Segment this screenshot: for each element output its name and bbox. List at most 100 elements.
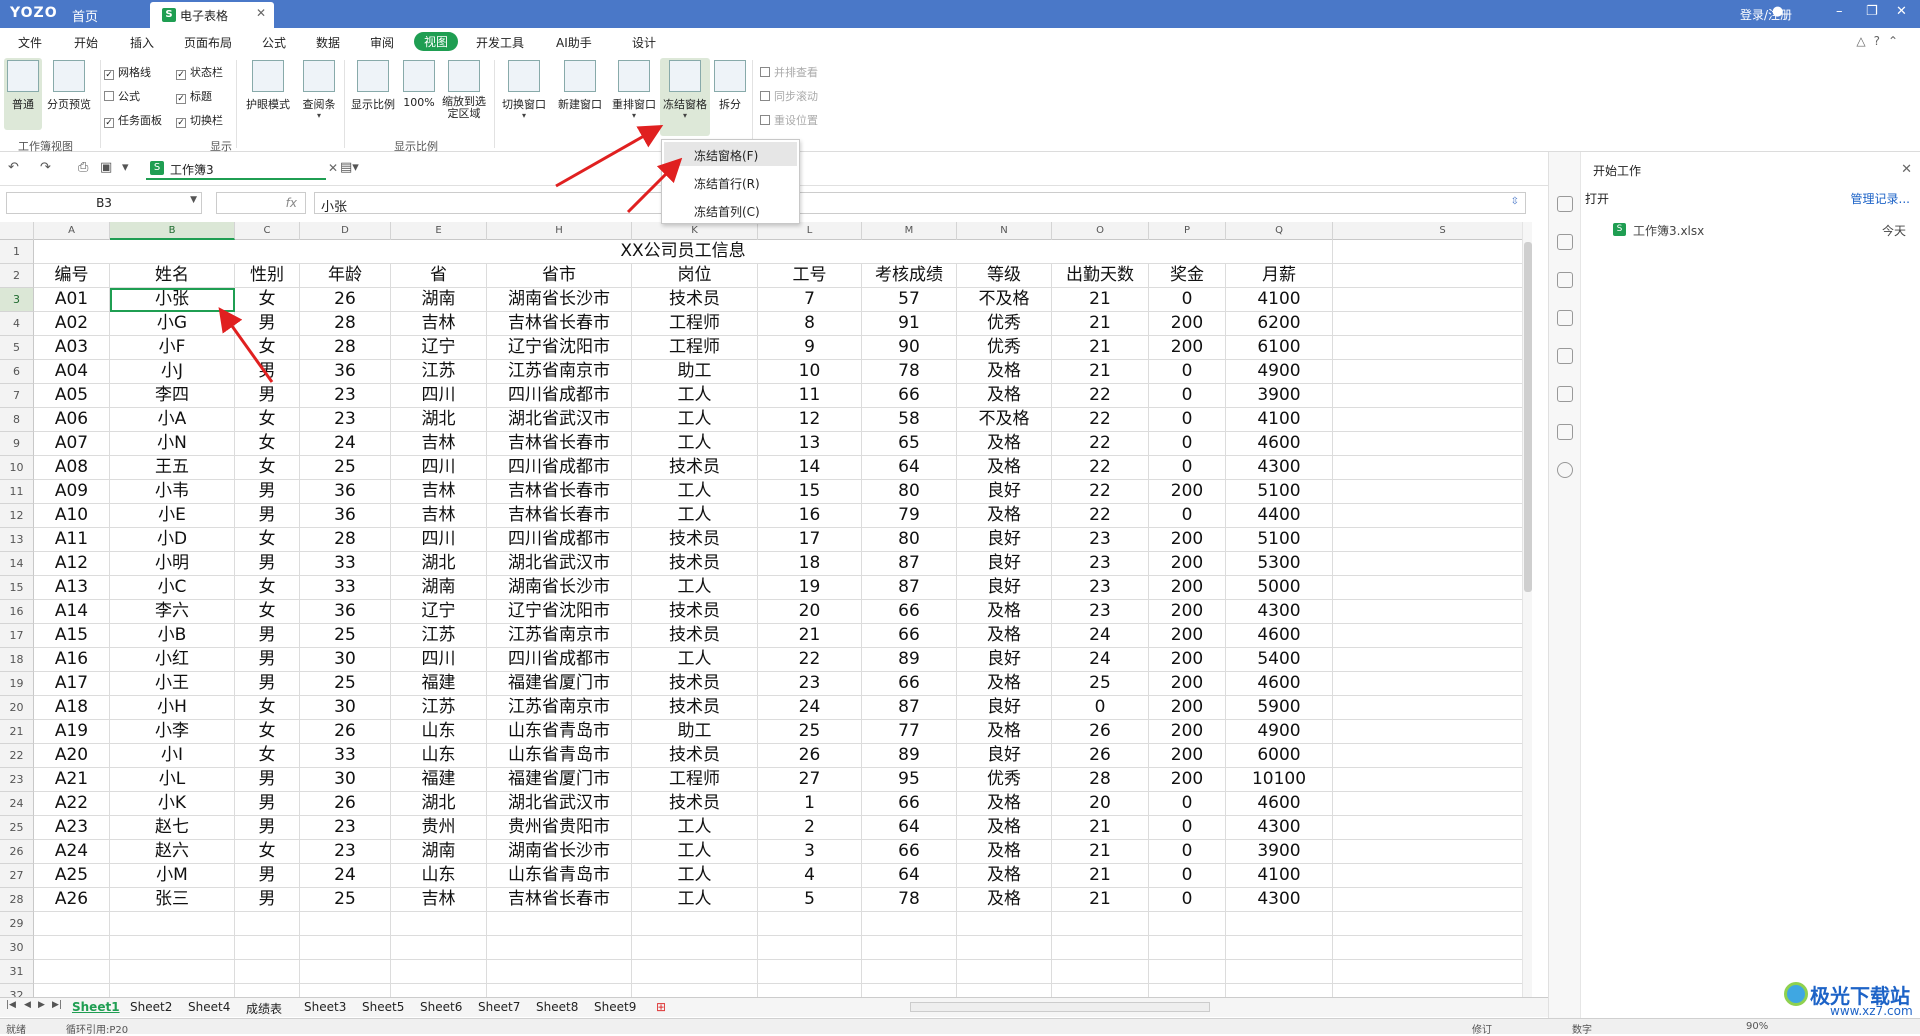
cell[interactable]: 湖北省武汉市 [487, 552, 632, 576]
cell[interactable] [957, 960, 1052, 984]
cell[interactable]: 5100 [1226, 528, 1333, 552]
header-cell[interactable]: 工号 [758, 264, 862, 288]
cell[interactable]: 95 [862, 768, 957, 792]
row-header-8[interactable]: 8 [0, 408, 34, 432]
cell[interactable]: A09 [34, 480, 110, 504]
help-icon[interactable] [1557, 462, 1573, 478]
cell[interactable]: 28 [300, 336, 391, 360]
cell[interactable]: 辽宁 [391, 336, 487, 360]
cell[interactable]: 2 [758, 816, 862, 840]
cell[interactable] [1333, 432, 1530, 456]
cell[interactable]: 湖南省长沙市 [487, 288, 632, 312]
login-link[interactable]: 登录/注册 [1740, 6, 1792, 23]
cell[interactable]: A14 [34, 600, 110, 624]
cell[interactable]: 23 [1052, 552, 1149, 576]
header-cell[interactable]: 岗位 [632, 264, 758, 288]
row-header-11[interactable]: 11 [0, 480, 34, 504]
cell[interactable]: 4600 [1226, 624, 1333, 648]
cell[interactable]: 福建 [391, 768, 487, 792]
cell[interactable]: 良好 [957, 576, 1052, 600]
cell[interactable]: 200 [1149, 528, 1226, 552]
cell[interactable]: 23 [1052, 576, 1149, 600]
arrange-windows-button[interactable]: 重排窗口 ▾ [608, 58, 660, 130]
row-header-14[interactable]: 14 [0, 552, 34, 576]
cell[interactable]: 吉林 [391, 888, 487, 912]
cell[interactable] [1333, 624, 1530, 648]
cell[interactable]: 山东省青岛市 [487, 744, 632, 768]
cell[interactable]: 湖北 [391, 552, 487, 576]
cell[interactable]: 87 [862, 576, 957, 600]
cell[interactable]: 男 [235, 360, 300, 384]
cell[interactable]: 26 [1052, 744, 1149, 768]
cell[interactable]: A19 [34, 720, 110, 744]
cube-icon[interactable] [1557, 272, 1573, 288]
header-cell[interactable]: 姓名 [110, 264, 235, 288]
cell[interactable]: A15 [34, 624, 110, 648]
row-header-4[interactable]: 4 [0, 312, 34, 336]
cell[interactable]: 200 [1149, 480, 1226, 504]
formula-input[interactable]: 小张 ⇳ [314, 192, 1526, 215]
cell[interactable]: 25 [300, 672, 391, 696]
menu-view[interactable]: 视图 [414, 32, 459, 51]
cell[interactable] [1333, 528, 1530, 552]
cell[interactable]: 工人 [632, 408, 758, 432]
cell[interactable]: 湖北 [391, 408, 487, 432]
zoom-100-button[interactable]: 100% [402, 58, 436, 130]
workbook-tab[interactable]: S 工作簿3 ✕ [146, 158, 338, 180]
freeze-top-row-option[interactable]: 冻结首行(R) [664, 170, 797, 194]
cell[interactable]: 30 [300, 648, 391, 672]
cell[interactable]: 小C [110, 576, 235, 600]
cell[interactable]: 及格 [957, 600, 1052, 624]
sheet-tab[interactable]: Sheet4 [188, 1000, 230, 1014]
horizontal-scrollbar[interactable] [910, 1002, 1210, 1012]
cell[interactable]: 200 [1149, 720, 1226, 744]
cell[interactable]: 22 [1052, 504, 1149, 528]
cell[interactable]: 技术员 [632, 792, 758, 816]
cell[interactable]: 23 [758, 672, 862, 696]
cell[interactable]: 湖北 [391, 792, 487, 816]
cell[interactable]: 辽宁 [391, 600, 487, 624]
cell[interactable]: 28 [300, 528, 391, 552]
cell[interactable]: 77 [862, 720, 957, 744]
cell[interactable]: 1 [758, 792, 862, 816]
cell[interactable]: 小明 [110, 552, 235, 576]
column-header-m[interactable]: M [862, 222, 957, 240]
cell[interactable]: 21 [1052, 864, 1149, 888]
cell[interactable]: 5100 [1226, 480, 1333, 504]
cell[interactable]: 24 [758, 696, 862, 720]
cell[interactable]: 28 [300, 312, 391, 336]
cell[interactable]: 福建省厦门市 [487, 768, 632, 792]
cell[interactable]: 山东 [391, 864, 487, 888]
cell[interactable]: 200 [1149, 672, 1226, 696]
column-header-a[interactable]: A [34, 222, 110, 240]
cell[interactable] [235, 936, 300, 960]
cell[interactable]: 江苏 [391, 360, 487, 384]
vertical-scrollbar[interactable] [1522, 222, 1532, 1001]
header-cell[interactable]: 性别 [235, 264, 300, 288]
cell[interactable]: 优秀 [957, 312, 1052, 336]
more-icon[interactable]: ▾ [122, 160, 129, 175]
cell[interactable] [1333, 336, 1530, 360]
new-window-button[interactable]: 新建窗口 [554, 58, 606, 130]
menu-dev-tools[interactable]: 开发工具 [476, 34, 524, 51]
cell[interactable]: 64 [862, 816, 957, 840]
cell[interactable]: 78 [862, 360, 957, 384]
sheet-tab[interactable]: Sheet7 [478, 1000, 520, 1014]
cell[interactable] [1333, 312, 1530, 336]
cell[interactable]: 3900 [1226, 840, 1333, 864]
cell[interactable]: 小李 [110, 720, 235, 744]
cell[interactable] [1333, 840, 1530, 864]
cell[interactable]: 工程师 [632, 312, 758, 336]
cell[interactable]: 吉林省长春市 [487, 312, 632, 336]
header-cell[interactable]: 省市 [487, 264, 632, 288]
sheet-tab[interactable]: Sheet2 [130, 1000, 172, 1014]
cell[interactable]: 四川 [391, 648, 487, 672]
cell[interactable]: 吉林省长春市 [487, 888, 632, 912]
row-header-1[interactable]: 1 [0, 240, 34, 264]
cell[interactable]: 辽宁省沈阳市 [487, 336, 632, 360]
cell[interactable]: 22 [1052, 432, 1149, 456]
row-header-16[interactable]: 16 [0, 600, 34, 624]
scroll-thumb[interactable] [1524, 242, 1532, 592]
cell[interactable]: 湖南 [391, 288, 487, 312]
cell[interactable]: 10100 [1226, 768, 1333, 792]
